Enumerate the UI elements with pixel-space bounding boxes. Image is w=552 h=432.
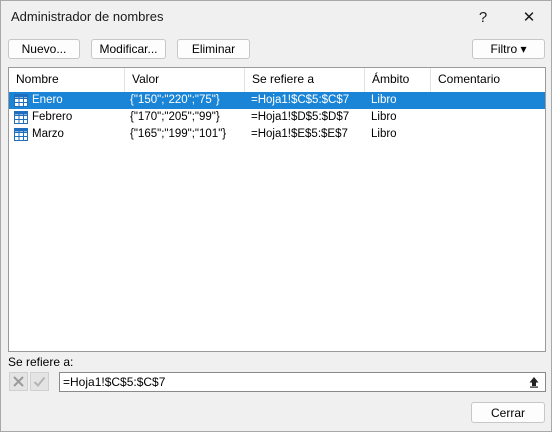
close-button[interactable]: Cerrar: [471, 402, 545, 423]
help-button[interactable]: ?: [461, 1, 505, 33]
refers-to-label: Se refiere a:: [8, 355, 74, 369]
delete-button-label: Eliminar: [191, 42, 236, 56]
title-bar: Administrador de nombres ? ✕: [1, 1, 551, 33]
cancel-edit-button[interactable]: [9, 372, 28, 391]
row-value: {"170";"205";"99"}: [130, 111, 220, 123]
row-scope: Libro: [371, 128, 397, 140]
row-value: {"165";"199";"101"}: [130, 128, 227, 140]
check-icon: [33, 376, 46, 387]
filter-button-label: Filtro ▾: [490, 42, 527, 56]
table-icon: [14, 128, 28, 141]
edit-button[interactable]: Modificar...: [91, 39, 166, 59]
list-item[interactable]: Febrero {"170";"205";"99"} =Hoja1!$D$5:$…: [9, 109, 545, 126]
collapse-dialog-button[interactable]: [525, 374, 543, 390]
table-icon: [14, 111, 28, 124]
refers-to-input[interactable]: =Hoja1!$C$5:$C$7: [59, 372, 546, 392]
row-refers-to: =Hoja1!$E$5:$E$7: [251, 128, 348, 140]
row-refers-to: =Hoja1!$C$5:$C$7: [251, 94, 350, 106]
column-header-name[interactable]: Nombre: [9, 68, 125, 92]
list-item[interactable]: Marzo {"165";"199";"101"} =Hoja1!$E$5:$E…: [9, 126, 545, 143]
cancel-x-icon: [13, 376, 24, 387]
close-icon[interactable]: ✕: [507, 1, 551, 33]
column-header-value[interactable]: Valor: [125, 68, 245, 92]
row-refers-to: =Hoja1!$D$5:$D$7: [251, 111, 350, 123]
names-list[interactable]: Nombre Valor Se refiere a Ámbito Comenta…: [8, 67, 546, 352]
row-name: Enero: [32, 94, 63, 106]
list-item[interactable]: Enero {"150";"220";"75"} =Hoja1!$C$5:$C$…: [9, 92, 545, 109]
name-manager-dialog: Administrador de nombres ? ✕ Nuevo... Mo…: [0, 0, 552, 432]
close-button-label: Cerrar: [490, 405, 525, 420]
row-scope: Libro: [371, 94, 397, 106]
refers-to-value: =Hoja1!$C$5:$C$7: [63, 375, 166, 389]
row-scope: Libro: [371, 111, 397, 123]
delete-button[interactable]: Eliminar: [177, 39, 250, 59]
column-header-comment[interactable]: Comentario: [431, 68, 545, 92]
filter-button[interactable]: Filtro ▾: [472, 39, 545, 59]
dialog-title: Administrador de nombres: [11, 9, 164, 24]
table-icon: [14, 94, 28, 107]
arrow-up-icon: [529, 377, 539, 388]
column-header-refers-to[interactable]: Se refiere a: [245, 68, 365, 92]
new-button[interactable]: Nuevo...: [8, 39, 80, 59]
new-button-label: Nuevo...: [21, 42, 67, 56]
edit-button-label: Modificar...: [99, 42, 158, 56]
list-header: Nombre Valor Se refiere a Ámbito Comenta…: [9, 68, 545, 92]
column-header-scope[interactable]: Ámbito: [365, 68, 431, 92]
row-value: {"150";"220";"75"}: [130, 94, 220, 106]
row-name: Marzo: [32, 128, 64, 140]
confirm-edit-button[interactable]: [30, 372, 49, 391]
row-name: Febrero: [32, 111, 73, 123]
